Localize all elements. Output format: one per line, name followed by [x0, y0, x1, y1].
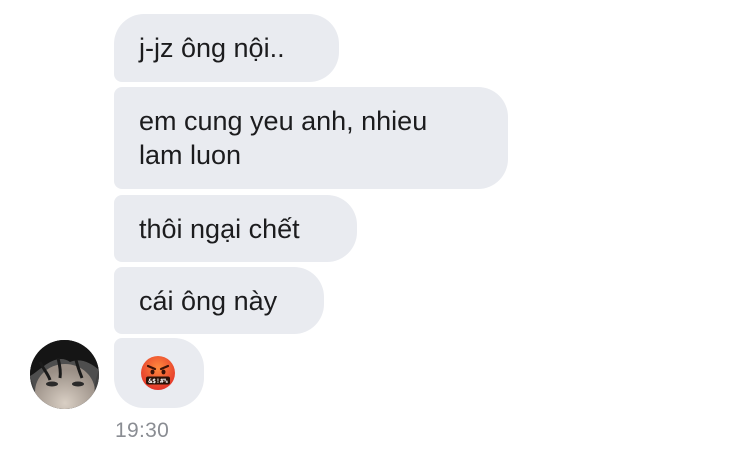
face-with-symbols-on-mouth-icon: &$!#%	[141, 356, 175, 390]
emoji-message-bubble[interactable]: &$!#%	[114, 338, 204, 408]
message-bubble[interactable]: em cung yeu anh, nhieu lam luon	[114, 87, 508, 189]
emoji-symbols: &$!#%	[148, 377, 168, 385]
user-avatar-photo-icon	[30, 340, 99, 409]
message-bubble[interactable]: j-jz ông nội..	[114, 14, 339, 82]
avatar[interactable]	[30, 340, 99, 409]
chat-thread: j-jz ông nội.. em cung yeu anh, nhieu la…	[0, 0, 750, 451]
message-text: cái ông này	[139, 285, 278, 316]
message-bubble[interactable]: cái ông này	[114, 267, 324, 334]
message-text: j-jz ông nội..	[139, 33, 285, 63]
message-text: thôi ngại chết	[139, 213, 300, 244]
message-text: em cung yeu anh, nhieu lam luon	[139, 106, 428, 170]
message-bubble[interactable]: thôi ngại chết	[114, 195, 357, 262]
message-timestamp: 19:30	[115, 419, 170, 442]
